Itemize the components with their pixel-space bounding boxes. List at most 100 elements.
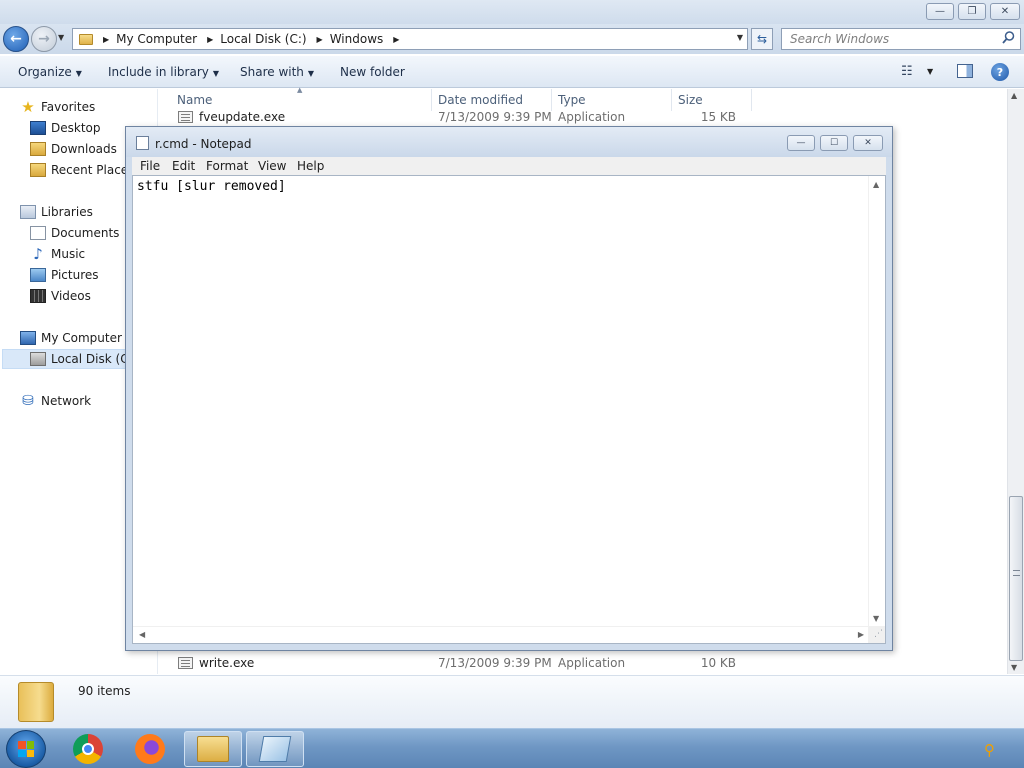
- column-divider[interactable]: [551, 89, 552, 111]
- forward-button[interactable]: →: [31, 26, 57, 52]
- breadcrumb-separator[interactable]: ▶: [393, 35, 399, 44]
- tray-search-icon[interactable]: ⚲: [984, 741, 1002, 759]
- address-dropdown-button[interactable]: ▼: [737, 33, 743, 42]
- breadcrumb-separator[interactable]: ▶: [317, 35, 323, 44]
- organize-label: Organize: [18, 65, 72, 79]
- notepad-text-content[interactable]: stfu [slur removed]: [137, 179, 286, 194]
- breadcrumb-local-disk[interactable]: Local Disk (C:): [220, 32, 306, 46]
- search-input[interactable]: [782, 32, 992, 46]
- organize-button[interactable]: Organize ▼: [18, 65, 82, 79]
- menu-view[interactable]: View: [258, 159, 286, 173]
- breadcrumb-separator[interactable]: ▶: [207, 35, 213, 44]
- recent-pages-dropdown[interactable]: ▼: [58, 33, 64, 42]
- file-date: 7/13/2009 9:39 PM: [438, 656, 552, 670]
- menu-help[interactable]: Help: [297, 159, 324, 173]
- new-folder-button[interactable]: New folder: [340, 65, 405, 79]
- file-date: 7/13/2009 9:39 PM: [438, 110, 552, 124]
- search-icon[interactable]: [1002, 31, 1015, 48]
- application-icon: [178, 111, 193, 123]
- column-divider[interactable]: [751, 89, 752, 111]
- scroll-up-arrow[interactable]: ▲: [873, 180, 879, 189]
- file-list-scrollbar[interactable]: ▲ ▼: [1007, 89, 1024, 674]
- computer-icon: [20, 331, 36, 345]
- taskbar-notepad[interactable]: [246, 731, 304, 767]
- taskbar-chrome[interactable]: [59, 731, 117, 767]
- nav-videos[interactable]: Videos: [30, 286, 91, 306]
- minimize-button[interactable]: —: [926, 3, 954, 20]
- notepad-title-bar[interactable]: r.cmd - Notepad — ☐ ✕: [126, 127, 892, 157]
- search-box[interactable]: [781, 28, 1021, 50]
- refresh-button[interactable]: ⇆: [751, 28, 773, 50]
- menu-file[interactable]: File: [140, 159, 160, 173]
- nav-favorites[interactable]: ★ Favorites: [20, 97, 95, 117]
- nav-videos-label: Videos: [51, 289, 91, 303]
- grip-icon: [1013, 570, 1020, 576]
- taskbar-explorer[interactable]: [184, 731, 242, 767]
- share-with-label: Share with: [240, 65, 304, 79]
- scroll-left-arrow[interactable]: ◀: [139, 630, 145, 639]
- maximize-button[interactable]: ☐: [820, 135, 848, 151]
- share-with-button[interactable]: Share with ▼: [240, 65, 314, 79]
- column-header-name[interactable]: Name: [177, 93, 212, 107]
- column-divider[interactable]: [671, 89, 672, 111]
- nav-music[interactable]: ♪ Music: [30, 244, 85, 264]
- windows-logo-quadrant: [26, 741, 34, 749]
- nav-network[interactable]: ⛁ Network: [20, 391, 91, 411]
- resize-grip-icon[interactable]: ⋰: [868, 626, 885, 643]
- nav-desktop-label: Desktop: [51, 121, 101, 135]
- file-name-cell: fveupdate.exe: [178, 110, 285, 124]
- chrome-center-icon: [82, 743, 94, 755]
- notepad-app-icon[interactable]: [136, 136, 149, 150]
- column-header-date-modified[interactable]: Date modified: [438, 93, 523, 107]
- nav-desktop[interactable]: Desktop: [30, 118, 101, 138]
- breadcrumb-separator[interactable]: ▶: [103, 35, 109, 44]
- notepad-editor[interactable]: stfu [slur removed] ▲ ▼ ◀ ▶ ⋰: [132, 175, 886, 644]
- desktop-icon: [30, 121, 46, 135]
- start-button[interactable]: [6, 730, 46, 768]
- scroll-down-arrow[interactable]: ▼: [873, 614, 879, 623]
- network-icon: ⛁: [22, 393, 34, 409]
- help-icon[interactable]: ?: [991, 63, 1009, 81]
- explorer-title-bar: — ❐ ✕: [0, 0, 1024, 24]
- file-row[interactable]: fveupdate.exe 7/13/2009 9:39 PM Applicat…: [173, 109, 813, 127]
- nav-downloads[interactable]: Downloads: [30, 139, 117, 159]
- windows-logo-icon: [18, 741, 34, 757]
- restore-button[interactable]: ❐: [958, 3, 986, 20]
- windows-logo-quadrant: [18, 741, 26, 749]
- minimize-button[interactable]: —: [787, 135, 815, 151]
- menu-edit[interactable]: Edit: [172, 159, 195, 173]
- nav-pictures[interactable]: Pictures: [30, 265, 99, 285]
- taskbar-firefox[interactable]: [121, 731, 179, 767]
- breadcrumb-my-computer[interactable]: My Computer: [116, 32, 197, 46]
- preview-pane-button[interactable]: [957, 64, 973, 78]
- notepad-icon: [258, 736, 292, 762]
- menu-format[interactable]: Format: [206, 159, 248, 173]
- file-row[interactable]: write.exe 7/13/2009 9:39 PM Application …: [173, 655, 813, 673]
- nav-documents-label: Documents: [51, 226, 120, 240]
- scroll-up-arrow[interactable]: ▲: [1011, 91, 1017, 100]
- chrome-icon: [73, 734, 103, 764]
- change-view-icon[interactable]: ☷: [901, 64, 913, 79]
- column-header-size[interactable]: Size: [678, 93, 703, 107]
- notepad-horizontal-scrollbar[interactable]: ◀ ▶: [133, 626, 868, 643]
- scrollbar-thumb[interactable]: [1009, 496, 1023, 661]
- scroll-down-arrow[interactable]: ▼: [1011, 663, 1017, 672]
- close-button[interactable]: ✕: [853, 135, 883, 151]
- column-divider[interactable]: [431, 89, 432, 111]
- nav-my-computer[interactable]: My Computer: [20, 328, 122, 348]
- breadcrumb-windows[interactable]: Windows: [330, 32, 384, 46]
- back-button[interactable]: ←: [3, 26, 29, 52]
- notepad-vertical-scrollbar[interactable]: ▲ ▼: [868, 176, 885, 627]
- address-bar[interactable]: ▶ My Computer ▶ Local Disk (C:) ▶ Window…: [72, 28, 748, 50]
- nav-my-computer-label: My Computer: [41, 331, 122, 345]
- close-button[interactable]: ✕: [990, 3, 1020, 20]
- nav-documents[interactable]: Documents: [30, 223, 119, 243]
- view-options-dropdown[interactable]: ▼: [927, 67, 933, 76]
- nav-recent-places[interactable]: Recent Places: [30, 160, 134, 180]
- sort-ascending-icon: ▲: [297, 86, 303, 94]
- column-header-type[interactable]: Type: [558, 93, 586, 107]
- scroll-right-arrow[interactable]: ▶: [858, 630, 864, 639]
- nav-libraries[interactable]: Libraries: [20, 202, 93, 222]
- include-in-library-button[interactable]: Include in library ▼: [108, 65, 219, 79]
- application-icon: [178, 657, 193, 669]
